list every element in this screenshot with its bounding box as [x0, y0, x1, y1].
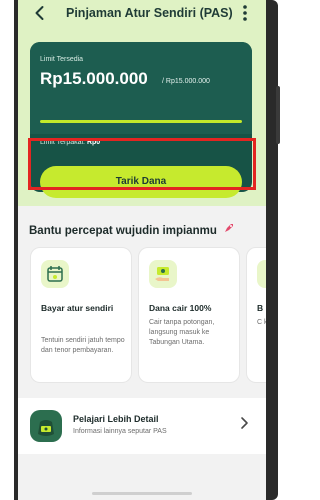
- section-title: Bantu percepat wujudin impianmu: [29, 222, 235, 237]
- benefit-title: Dana cair 100%: [149, 303, 212, 313]
- kebab-menu-icon: [243, 5, 247, 21]
- money-hand-icon: [149, 260, 177, 288]
- page-title: Pinjaman Atur Sendiri (PAS): [66, 6, 233, 20]
- limit-progress-track: [40, 120, 242, 123]
- limit-progress-fill: [40, 120, 242, 123]
- benefit-card-disbursement[interactable]: Dana cair 100% Cair tanpa potongan, lang…: [138, 247, 240, 383]
- phone-bezel-right: [266, 0, 278, 500]
- calendar-icon: [41, 260, 69, 288]
- total-limit-value: / Rp15.000.000: [162, 78, 210, 85]
- limit-hero: Limit Tersedia Rp15.000.000 / Rp15.000.0…: [18, 28, 266, 206]
- phone-device: Pinjaman Atur Sendiri (PAS) Limit Tersed…: [0, 0, 281, 500]
- benefit-title: Bayar atur sendiri: [41, 303, 114, 313]
- highlight-box: [28, 138, 256, 190]
- app-screen: Pinjaman Atur Sendiri (PAS) Limit Tersed…: [18, 0, 266, 500]
- available-limit-label: Limit Tersedia: [40, 56, 84, 63]
- benefit-title: B: [257, 303, 264, 313]
- chevron-right-icon: [240, 416, 250, 433]
- money-bag-icon: [30, 410, 62, 442]
- app-bar: Pinjaman Atur Sendiri (PAS): [18, 0, 266, 28]
- benefit-desc: C k b: [257, 319, 266, 326]
- available-limit-value: Rp15.000.000: [40, 69, 148, 88]
- learn-more-title: Pelajari Lebih Detail: [73, 414, 159, 424]
- back-button[interactable]: [30, 3, 50, 23]
- more-benefit-icon: [257, 260, 266, 288]
- benefit-card-payment[interactable]: Bayar atur sendiri Tentuin sendiri jatuh…: [30, 247, 132, 383]
- gesture-nav-bar: [92, 492, 192, 495]
- more-options-button[interactable]: [238, 3, 252, 23]
- benefit-card-partial[interactable]: B C k b: [246, 247, 266, 383]
- rocket-icon: [225, 224, 234, 232]
- benefit-desc: Tentuin sendiri jatuh tempo dan tenor pe…: [41, 337, 125, 354]
- phone-side-button: [276, 86, 280, 144]
- benefit-desc: Cair tanpa potongan, langsung masuk ke T…: [149, 319, 215, 346]
- learn-more-row[interactable]: Pelajari Lebih Detail Informasi lainnya …: [18, 398, 266, 454]
- section-title-text: Bantu percepat wujudin impianmu: [29, 225, 217, 237]
- learn-more-subtitle: Informasi lainnya seputar PAS: [73, 428, 167, 435]
- chevron-left-icon: [35, 6, 44, 20]
